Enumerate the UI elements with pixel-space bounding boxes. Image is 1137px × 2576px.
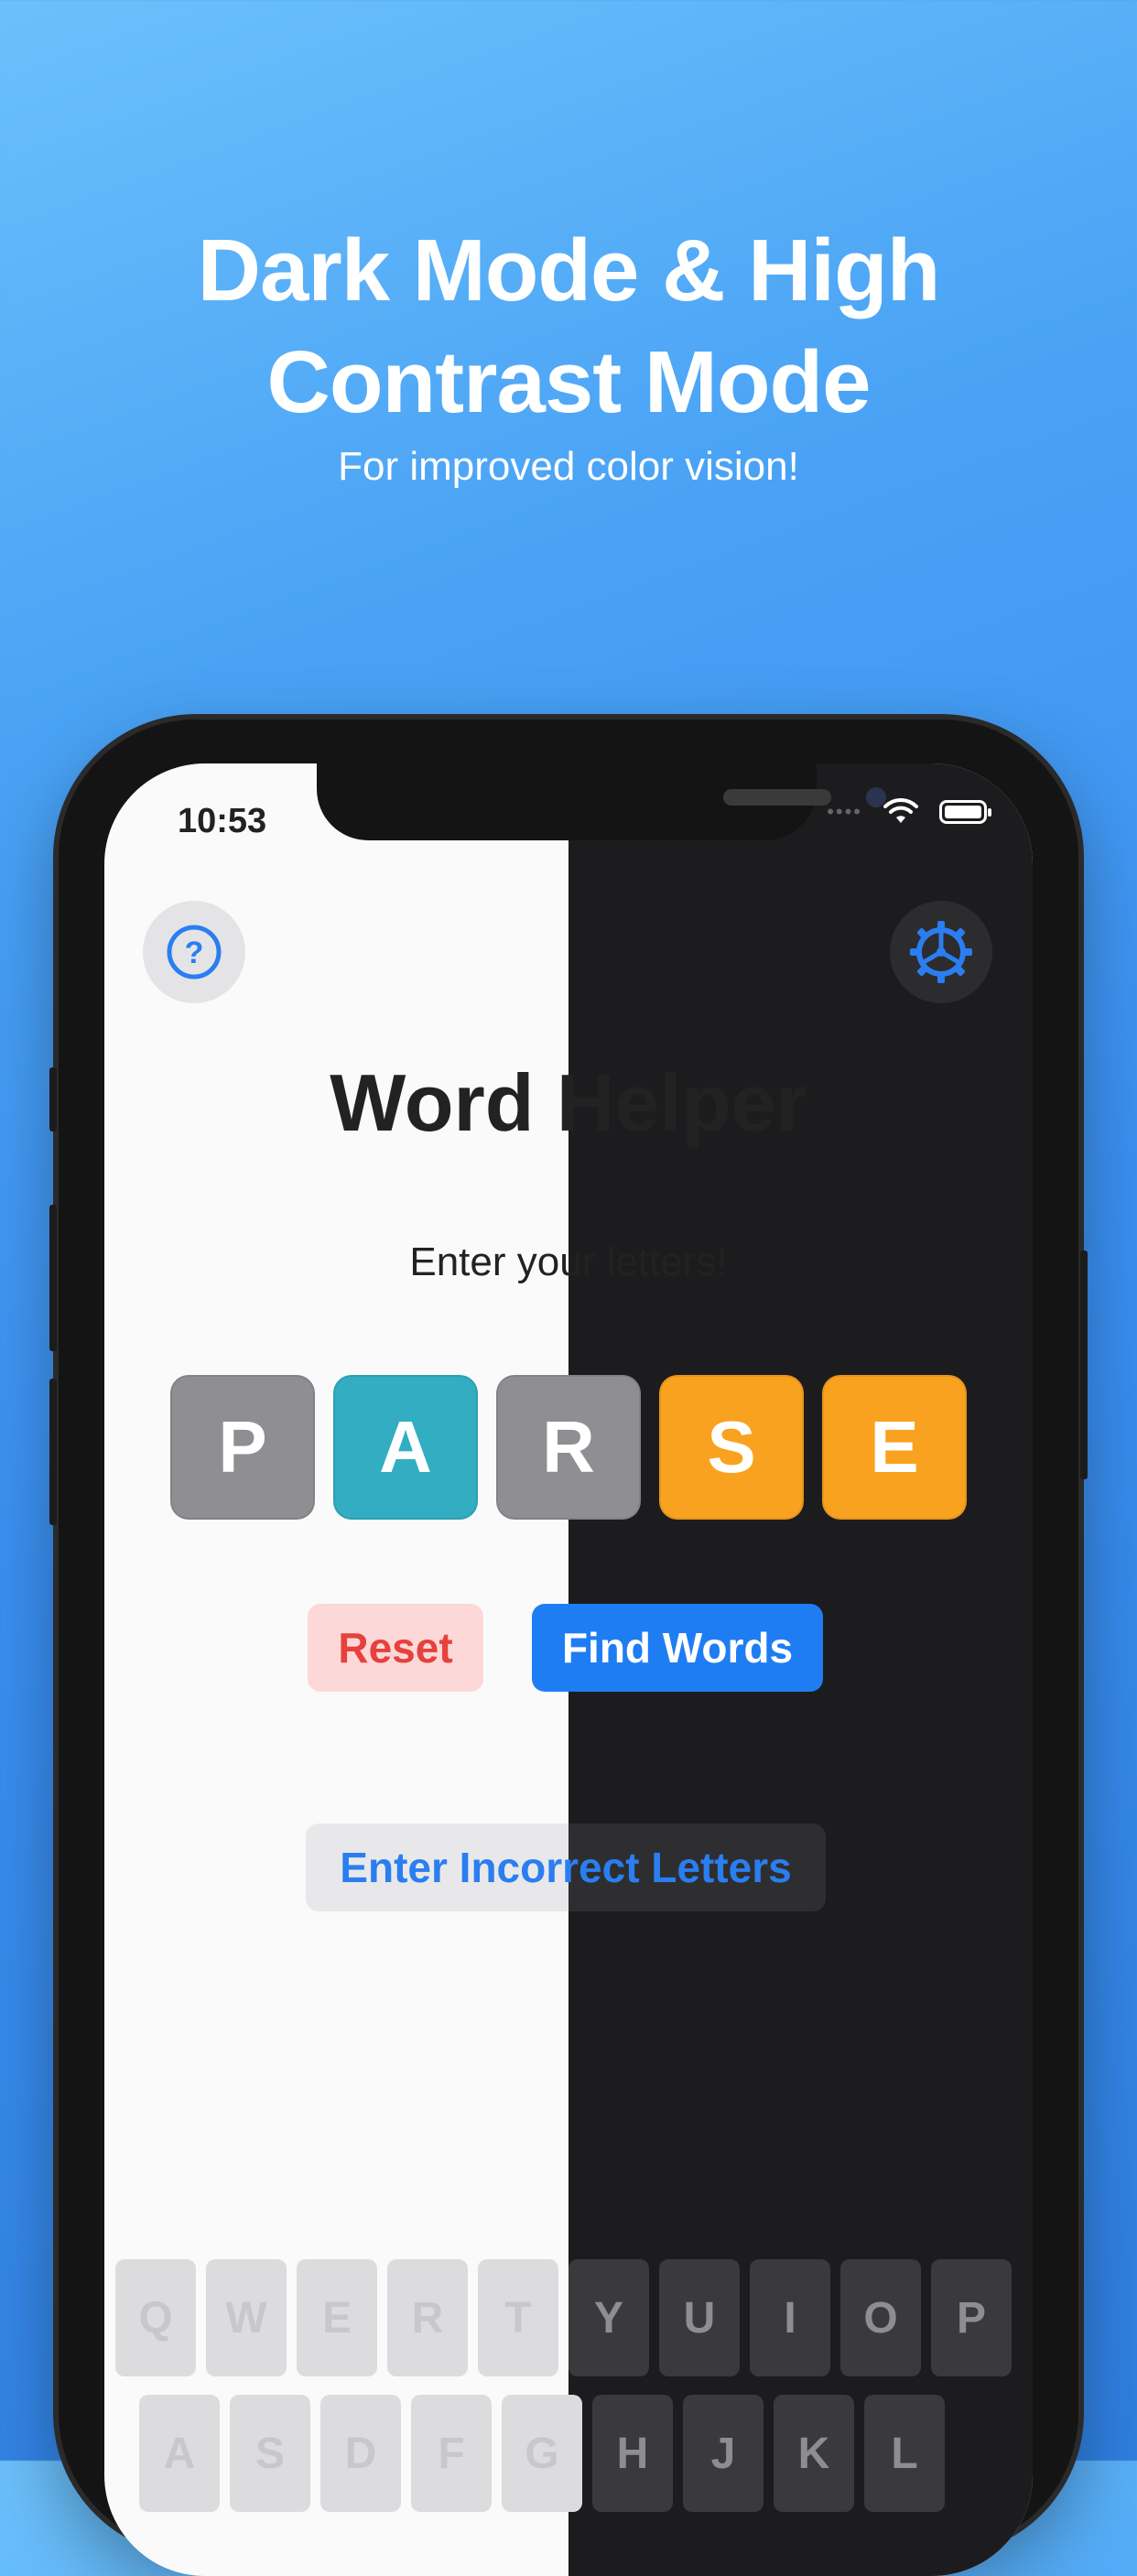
status-time: 10:53 (178, 802, 267, 840)
key-l[interactable]: L (864, 2395, 945, 2512)
key-f[interactable]: F (411, 2395, 492, 2512)
letter-tile[interactable]: A (333, 1375, 478, 1520)
volume-up-button (49, 1205, 57, 1351)
marketing-subheadline: For improved color vision! (338, 444, 799, 489)
key-h[interactable]: H (592, 2395, 673, 2512)
settings-button[interactable] (890, 901, 992, 1003)
key-i[interactable]: I (750, 2259, 830, 2376)
question-circle-icon: ? (167, 925, 222, 980)
phone-screen: 10:53 •••• ? Word Helper Enter your lett… (104, 763, 1033, 2576)
key-e[interactable]: E (297, 2259, 377, 2376)
letter-tile[interactable]: E (822, 1375, 967, 1520)
keyboard-row-1: QWERTYUIOP (115, 2259, 1012, 2376)
speaker (723, 789, 831, 806)
mute-switch (49, 1067, 57, 1131)
help-button[interactable]: ? (143, 901, 245, 1003)
key-y[interactable]: Y (568, 2259, 649, 2376)
headline-line-1: Dark Mode & High (197, 222, 941, 319)
letter-tile[interactable]: P (170, 1375, 315, 1520)
keyboard: QWERTYUIOP ASDFGHJKL (115, 2259, 1012, 2530)
reset-button[interactable]: Reset (308, 1604, 483, 1692)
key-w[interactable]: W (206, 2259, 287, 2376)
keyboard-row-2: ASDFGHJKL (115, 2395, 1012, 2512)
enter-incorrect-letters-button[interactable]: Enter Incorrect Letters (306, 1824, 826, 1911)
key-a[interactable]: A (139, 2395, 220, 2512)
battery-icon (939, 800, 991, 824)
letters-prompt: Enter your letters! (409, 1239, 728, 1284)
app-title: Word Helper (330, 1057, 807, 1148)
find-words-button[interactable]: Find Words (532, 1604, 823, 1692)
key-t[interactable]: T (478, 2259, 558, 2376)
key-r[interactable]: R (387, 2259, 468, 2376)
key-g[interactable]: G (502, 2395, 582, 2512)
svg-text:?: ? (185, 936, 204, 970)
letter-tile[interactable]: R (496, 1375, 641, 1520)
key-k[interactable]: K (774, 2395, 854, 2512)
key-q[interactable]: Q (115, 2259, 196, 2376)
key-u[interactable]: U (659, 2259, 740, 2376)
phone-frame: 10:53 •••• ? Word Helper Enter your lett… (49, 720, 1088, 2576)
letter-tile[interactable]: S (659, 1375, 804, 1520)
notch (317, 763, 886, 840)
signal-icon: •••• (827, 800, 862, 823)
key-s[interactable]: S (230, 2395, 310, 2512)
status-icons: •••• (827, 798, 991, 826)
gear-icon (910, 921, 972, 983)
key-o[interactable]: O (840, 2259, 921, 2376)
volume-down-button (49, 1379, 57, 1525)
key-j[interactable]: J (683, 2395, 763, 2512)
power-button (1080, 1250, 1088, 1479)
wifi-icon (883, 798, 918, 823)
marketing-headline: Dark Mode & High Contrast Mode (0, 215, 1137, 438)
key-p[interactable]: P (931, 2259, 1012, 2376)
headline-line-2: Contrast Mode (266, 333, 872, 431)
key-d[interactable]: D (320, 2395, 401, 2512)
letter-tiles: PARSE (170, 1375, 967, 1520)
